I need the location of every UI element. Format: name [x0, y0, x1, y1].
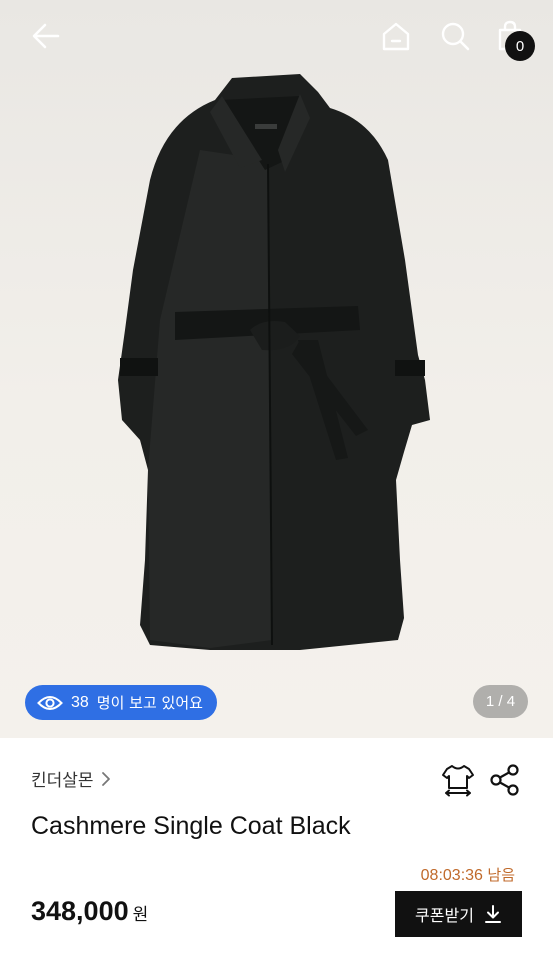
coupon-label: 쿠폰받기 [415, 906, 474, 925]
size-fit-icon [442, 765, 474, 797]
chevron-right-icon [101, 771, 110, 786]
countdown-suffix: 남음 [487, 866, 515, 884]
product-image-gallery[interactable] [0, 0, 553, 738]
search-icon [441, 22, 470, 51]
countdown-time: 08:03:36 [420, 867, 483, 884]
home-button[interactable] [376, 16, 416, 56]
arrow-left-icon [32, 23, 60, 49]
price-value: 348,000 [31, 896, 129, 926]
brand-name: 킨더살몬 [31, 771, 94, 791]
viewer-text: 명이 보고 있어요 [96, 694, 203, 712]
price-currency: 원 [132, 905, 149, 925]
product-image [118, 74, 430, 650]
download-icon [484, 905, 501, 923]
live-viewers-badge: 38 명이 보고 있어요 [25, 685, 217, 720]
product-info-panel: 킨더살몬 Cashmere Single Coat Black 08:03:36… [0, 738, 553, 960]
brand-link[interactable]: 킨더살몬 [31, 766, 112, 791]
top-navigation-bar: 0 [0, 0, 553, 76]
back-button[interactable] [26, 16, 66, 56]
cart-count-badge: 0 [505, 31, 535, 61]
home-icon [382, 22, 410, 51]
eye-icon [37, 695, 63, 710]
search-button[interactable] [435, 16, 475, 56]
size-fit-button[interactable] [440, 762, 476, 798]
viewer-count: 38 [71, 693, 89, 711]
share-icon [490, 764, 519, 796]
get-coupon-button[interactable]: 쿠폰받기 [395, 891, 522, 937]
gallery-page-indicator: 1 / 4 [473, 685, 528, 718]
product-title: Cashmere Single Coat Black [31, 812, 351, 840]
product-price: 348,000 원 [31, 896, 148, 927]
share-button[interactable] [487, 762, 523, 798]
sale-countdown: 08:03:36 남음 [421, 864, 515, 885]
